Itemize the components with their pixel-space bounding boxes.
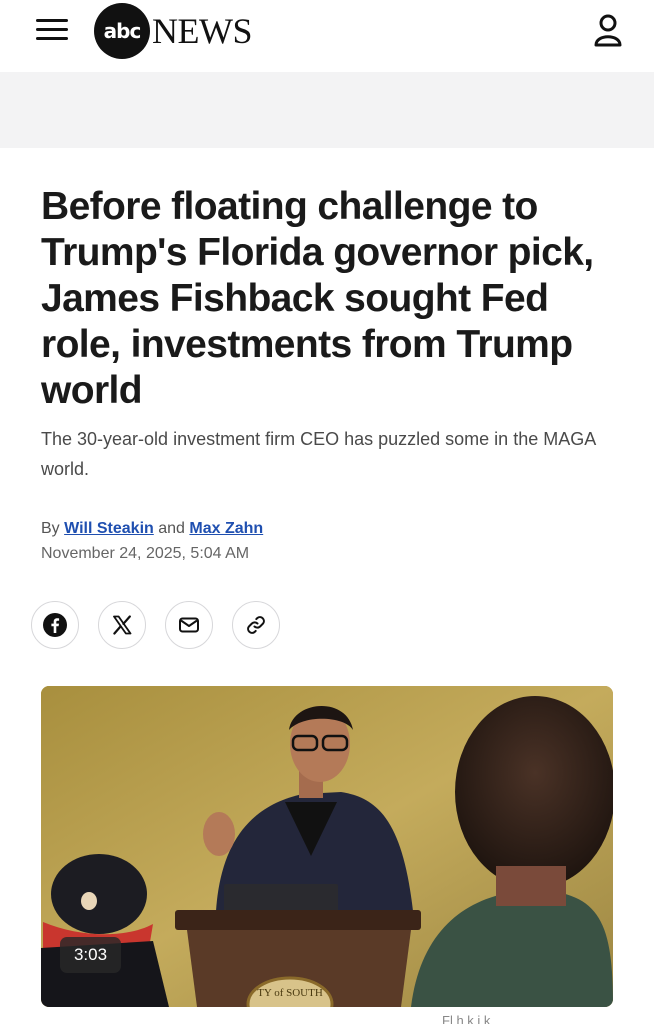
hero-photo: TY of SOUTH — [41, 686, 613, 1007]
share-facebook-button[interactable] — [31, 601, 79, 649]
x-icon — [113, 615, 132, 635]
top-nav-bar: abc NEWS — [0, 0, 654, 72]
article-headline: Before floating challenge to Trump's Flo… — [41, 185, 594, 412]
byline-prefix: By — [41, 520, 60, 537]
byline: By Will Steakin and Max Zahn — [41, 518, 263, 540]
share-x-button[interactable] — [98, 601, 146, 649]
abc-news-logo[interactable]: abc NEWS — [94, 3, 253, 59]
facebook-icon — [43, 613, 67, 637]
author-link-max-zahn[interactable]: Max Zahn — [189, 520, 263, 537]
ad-placeholder-band — [0, 72, 654, 148]
hamburger-menu-icon[interactable] — [36, 17, 68, 41]
photo-caption: Fl h k i k — [442, 1013, 491, 1024]
article-dek: The 30-year-old investment firm CEO has … — [41, 429, 596, 479]
author-link-will-steakin[interactable]: Will Steakin — [64, 520, 154, 537]
share-bar — [31, 601, 280, 649]
share-email-button[interactable] — [165, 601, 213, 649]
byline-joiner: and — [158, 520, 185, 537]
link-icon — [247, 616, 265, 634]
copy-link-button[interactable] — [232, 601, 280, 649]
hero-video[interactable]: TY of SOUTH 3:03 — [41, 686, 613, 1007]
user-account-icon[interactable] — [588, 10, 628, 50]
abc-logo-mark: abc — [94, 3, 150, 59]
podium-seal-text: TY of SOUTH — [257, 987, 323, 999]
publish-date: November 24, 2025, 5:04 AM — [41, 545, 250, 562]
email-icon — [179, 617, 199, 633]
video-duration-badge: 3:03 — [60, 937, 121, 973]
news-logo-word: NEWS — [152, 11, 253, 51]
